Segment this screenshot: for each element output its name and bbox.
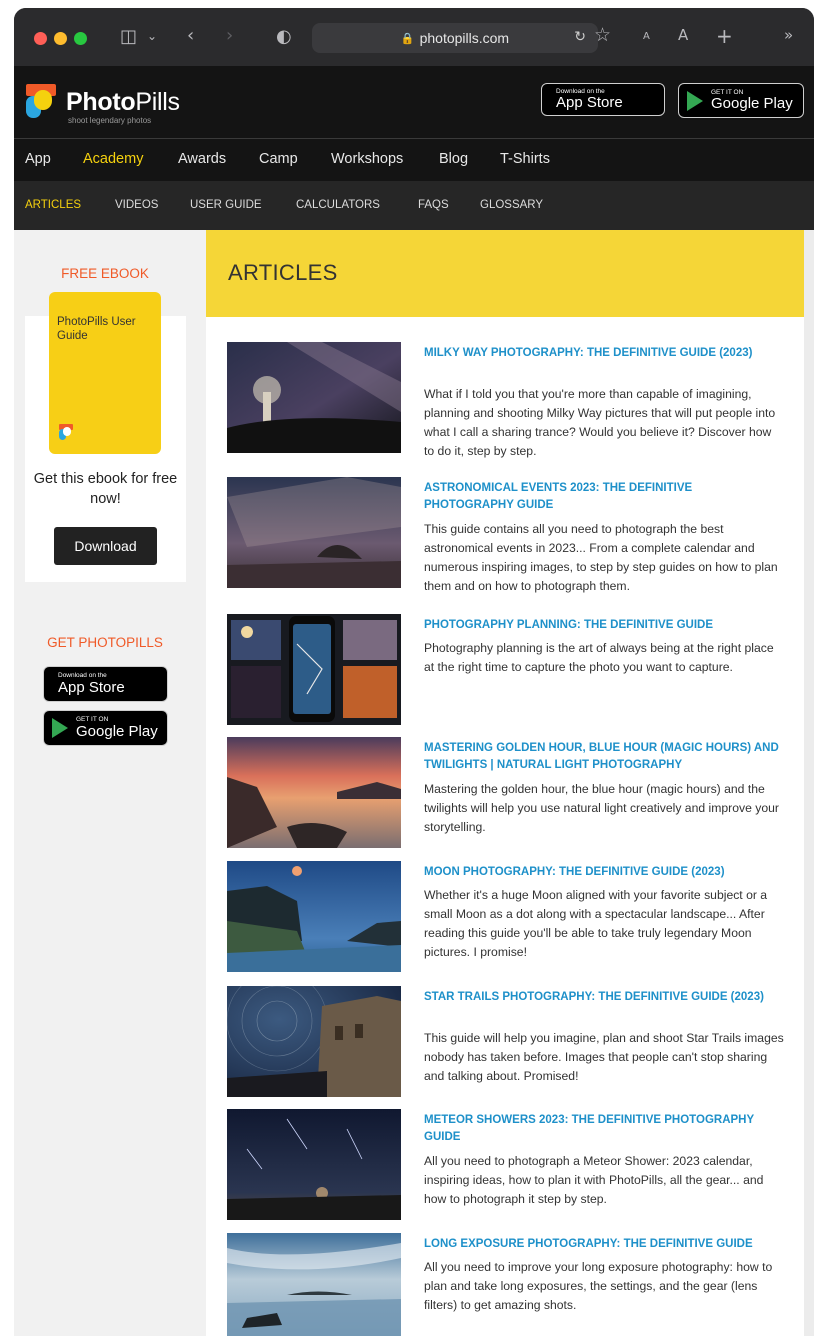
photopills-mini-logo-icon — [59, 424, 73, 440]
subnav-calculators[interactable]: CALCULATORS — [296, 199, 380, 211]
academy-sub-nav: ARTICLES VIDEOS USER GUIDE CALCULATORS F… — [14, 181, 814, 230]
article-thumbnail[interactable] — [227, 1233, 401, 1336]
google-play-icon — [687, 90, 703, 111]
chevron-down-icon[interactable]: ⌄ — [147, 30, 157, 42]
article-thumbnail[interactable] — [227, 986, 401, 1097]
app-store-badge[interactable]: Download on the App Store — [541, 83, 665, 116]
article-title-link[interactable]: MILKY WAY PHOTOGRAPHY: THE DEFINITIVE GU… — [424, 345, 784, 362]
subnav-videos[interactable]: VIDEOS — [115, 199, 158, 211]
appstore-big-text: App Store — [556, 94, 623, 112]
page-title: ARTICLES — [228, 260, 338, 285]
google-play-icon — [52, 718, 68, 738]
article-thumbnail[interactable] — [227, 861, 401, 972]
url-text: photopills.com — [419, 30, 510, 46]
browser-toolbar: ◫ ⌄ ‹ › ◐ 🔒 photopills.com ↻ ☆ A A + » — [14, 8, 814, 66]
ebook-cta-text: Get this ebook for free now! — [33, 471, 178, 507]
new-tab-icon[interactable]: + — [716, 26, 733, 46]
main-nav: App Academy Awards Camp Workshops Blog T… — [14, 139, 814, 181]
article-title-link[interactable]: MASTERING GOLDEN HOUR, BLUE HOUR (MAGIC … — [424, 740, 784, 775]
article-title-link[interactable]: STAR TRAILS PHOTOGRAPHY: THE DEFINITIVE … — [424, 989, 784, 1006]
article-thumbnail[interactable] — [227, 342, 401, 453]
article-excerpt: Whether it's a huge Moon aligned with yo… — [424, 888, 768, 960]
nav-blog[interactable]: Blog — [439, 151, 468, 167]
back-icon[interactable]: ‹ — [187, 27, 194, 45]
googleplay-big-text: Google Play — [711, 95, 793, 113]
page-right-margin — [804, 230, 814, 1336]
article-excerpt: Mastering the golden hour, the blue hour… — [424, 782, 779, 835]
ebook-cover[interactable]: PhotoPills User Guide — [49, 292, 161, 454]
article-item: MOON PHOTOGRAPHY: THE DEFINITIVE GUIDE (… — [227, 861, 782, 973]
text-larger-button[interactable]: A — [678, 28, 688, 43]
article-title-link[interactable]: METEOR SHOWERS 2023: THE DEFINITIVE PHOT… — [424, 1112, 784, 1147]
article-excerpt: All you need to improve your long exposu… — [424, 1260, 773, 1313]
article-excerpt: All you need to photograph a Meteor Show… — [424, 1154, 764, 1207]
article-title-link[interactable]: LONG EXPOSURE PHOTOGRAPHY: THE DEFINITIV… — [424, 1236, 784, 1253]
article-excerpt: This guide contains all you need to phot… — [424, 522, 778, 594]
article-thumbnail[interactable] — [227, 1109, 401, 1220]
nav-tshirts[interactable]: T-Shirts — [500, 151, 550, 167]
ebook-cover-title: PhotoPills User Guide — [57, 316, 136, 342]
nav-workshops[interactable]: Workshops — [331, 151, 403, 167]
lock-icon: 🔒 — [400, 31, 415, 45]
nav-app[interactable]: App — [25, 151, 51, 167]
sidebar-appstore-big-text: App Store — [58, 678, 125, 696]
article-item: METEOR SHOWERS 2023: THE DEFINITIVE PHOT… — [227, 1109, 782, 1221]
article-item: ASTRONOMICAL EVENTS 2023: THE DEFINITIVE… — [227, 477, 784, 593]
page-content: FREE EBOOK PhotoPills User Guide Get thi… — [14, 230, 814, 1336]
sidebar: FREE EBOOK PhotoPills User Guide Get thi… — [14, 230, 206, 1336]
text-smaller-button[interactable]: A — [643, 32, 650, 42]
address-bar[interactable]: 🔒 photopills.com ↻ — [312, 23, 598, 53]
article-excerpt: What if I told you that you're more than… — [424, 387, 776, 459]
photopills-logo-icon[interactable] — [26, 84, 56, 118]
subnav-articles[interactable]: ARTICLES — [25, 199, 81, 211]
article-thumbnail[interactable] — [227, 614, 401, 725]
reload-icon[interactable]: ↻ — [574, 29, 586, 45]
article-excerpt: Photography planning is the art of alway… — [424, 641, 774, 675]
articles-main: ARTICLES MILKY WAY PHOTOGRAPHY: THE DEFI… — [206, 230, 804, 1336]
minimize-window-button[interactable] — [54, 32, 67, 45]
article-title-link[interactable]: PHOTOGRAPHY PLANNING: THE DEFINITIVE GUI… — [424, 617, 784, 634]
browser-window: ◫ ⌄ ‹ › ◐ 🔒 photopills.com ↻ ☆ A A + » P… — [14, 8, 814, 1336]
article-title-link[interactable]: ASTRONOMICAL EVENTS 2023: THE DEFINITIVE… — [424, 480, 784, 515]
article-thumbnail[interactable] — [227, 737, 401, 848]
article-thumbnail[interactable] — [227, 477, 401, 588]
sidebar-google-play-badge[interactable]: GET IT ON Google Play — [43, 710, 168, 746]
subnav-user-guide[interactable]: USER GUIDE — [190, 199, 262, 211]
privacy-shield-icon[interactable]: ◐ — [276, 28, 292, 46]
free-ebook-heading: FREE EBOOK — [61, 266, 149, 281]
ebook-download-button[interactable]: Download — [54, 527, 157, 565]
article-item: MASTERING GOLDEN HOUR, BLUE HOUR (MAGIC … — [227, 737, 782, 849]
article-item: LONG EXPOSURE PHOTOGRAPHY: THE DEFINITIV… — [227, 1233, 782, 1336]
article-item: MILKY WAY PHOTOGRAPHY: THE DEFINITIVE GU… — [227, 342, 784, 458]
nav-awards[interactable]: Awards — [178, 151, 226, 167]
forward-icon[interactable]: › — [226, 27, 233, 45]
close-window-button[interactable] — [34, 32, 47, 45]
site-tagline: shoot legendary photos — [68, 116, 152, 125]
sidebar-toggle-icon[interactable]: ◫ — [120, 28, 137, 46]
sidebar-googleplay-big-text: Google Play — [76, 722, 158, 740]
articles-header: ARTICLES — [206, 230, 804, 317]
nav-camp[interactable]: Camp — [259, 151, 298, 167]
article-excerpt: This guide will help you imagine, plan a… — [424, 1031, 784, 1084]
google-play-badge[interactable]: GET IT ON Google Play — [678, 83, 804, 118]
article-item: STAR TRAILS PHOTOGRAPHY: THE DEFINITIVE … — [227, 986, 784, 1098]
more-tabs-icon[interactable]: » — [784, 28, 793, 43]
subnav-faqs[interactable]: FAQS — [418, 199, 449, 211]
site-logo-text[interactable]: PhotoPills — [66, 88, 180, 117]
zoom-window-button[interactable] — [74, 32, 87, 45]
bookmark-star-icon[interactable]: ☆ — [594, 26, 611, 45]
site-header: PhotoPills shoot legendary photos Downlo… — [14, 66, 814, 138]
article-item: PHOTOGRAPHY PLANNING: THE DEFINITIVE GUI… — [227, 614, 782, 726]
sidebar-app-store-badge[interactable]: Download on the App Store — [43, 666, 168, 702]
subnav-glossary[interactable]: GLOSSARY — [480, 199, 543, 211]
article-title-link[interactable]: MOON PHOTOGRAPHY: THE DEFINITIVE GUIDE (… — [424, 864, 784, 881]
get-photopills-heading: GET PHOTOPILLS — [47, 635, 163, 650]
nav-academy[interactable]: Academy — [83, 151, 143, 167]
